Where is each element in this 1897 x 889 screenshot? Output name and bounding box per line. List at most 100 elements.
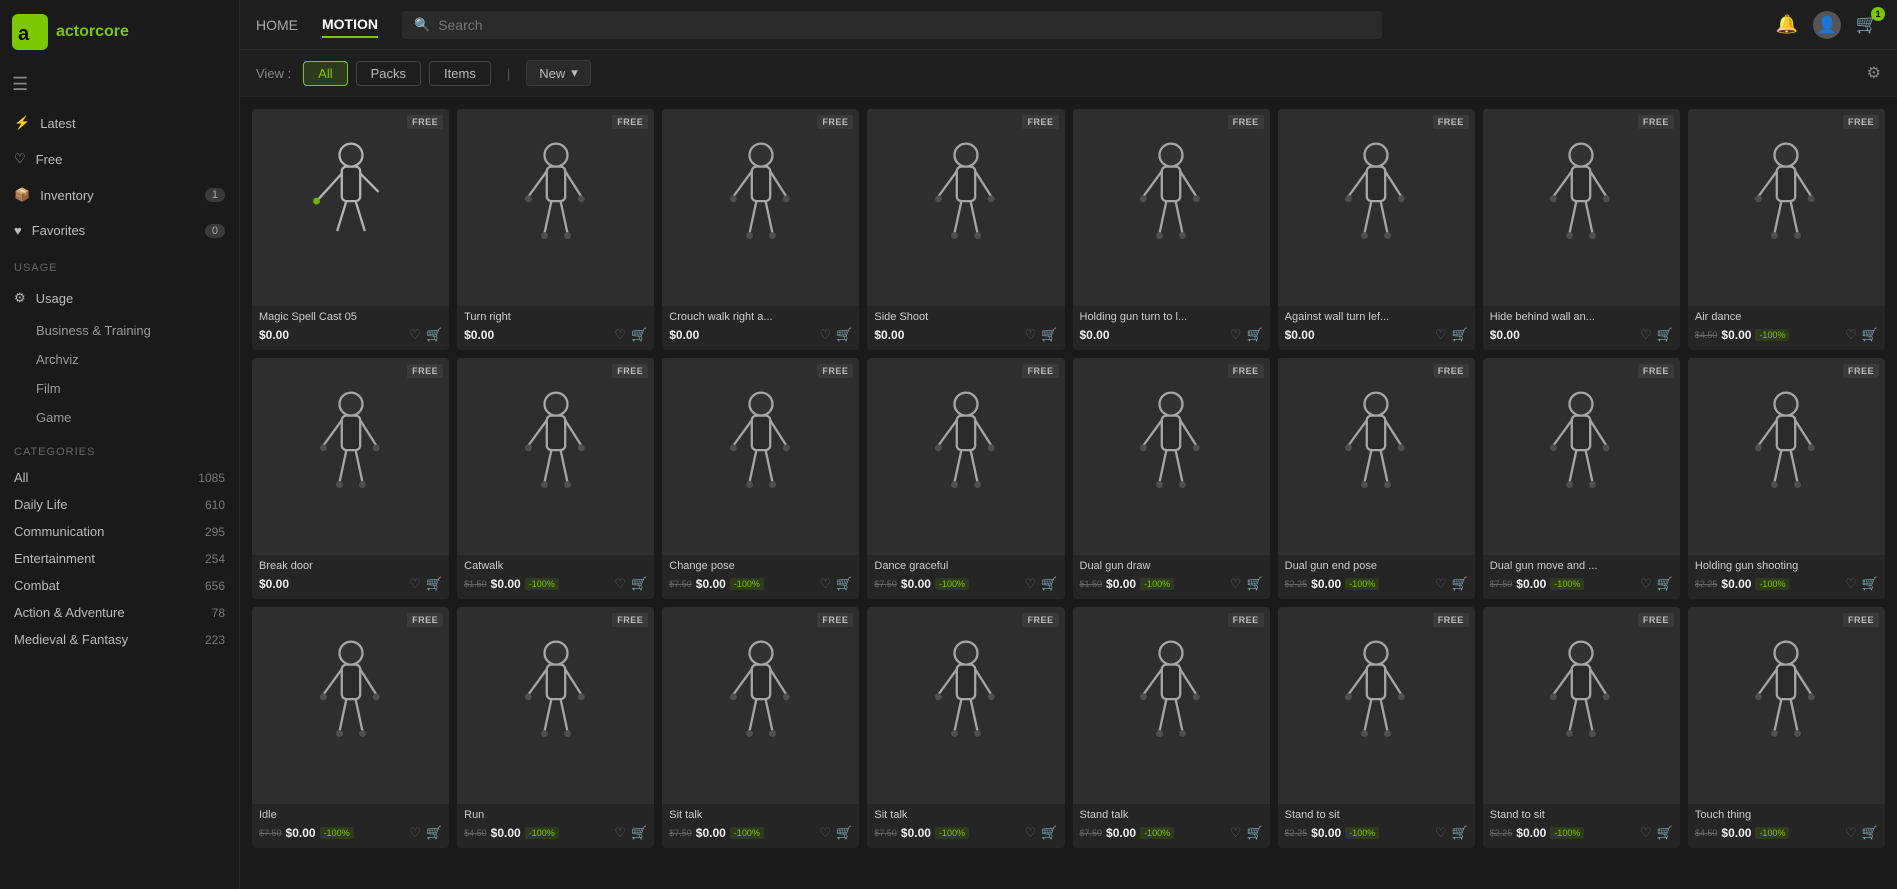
like-icon[interactable]: ♡ [1025, 576, 1037, 592]
like-icon[interactable]: ♡ [614, 576, 626, 592]
card-item[interactable]: FREE Break door $0.00 ♡ 🛒 [252, 358, 449, 599]
card-item[interactable]: FREE Side Shoot $0.00 ♡ 🛒 [867, 109, 1064, 350]
card-item[interactable]: FREE Dual gun draw $1.50$0.00-100% ♡ 🛒 [1073, 358, 1270, 599]
card-item[interactable]: FREE Dual gun move and ... $7.50$0.00-10… [1483, 358, 1680, 599]
filter-items-button[interactable]: Items [429, 61, 491, 86]
card-item[interactable]: FREE Dual gun end pose $2.25$0.00-100% ♡… [1278, 358, 1475, 599]
like-icon[interactable]: ♡ [1230, 825, 1242, 841]
card-item[interactable]: FREE Magic Spell Cast 05 $0.00 ♡ 🛒 [252, 109, 449, 350]
cart-add-icon[interactable]: 🛒 [1246, 825, 1262, 841]
like-icon[interactable]: ♡ [409, 825, 421, 841]
cart-add-icon[interactable]: 🛒 [1657, 576, 1673, 592]
card-item[interactable]: FREE Against wall turn lef... $0.00 ♡ 🛒 [1278, 109, 1475, 350]
sidebar-usage-parent[interactable]: ⚙ Usage [0, 280, 239, 316]
like-icon[interactable]: ♡ [820, 327, 832, 343]
cart-add-icon[interactable]: 🛒 [426, 576, 442, 592]
cart-add-icon[interactable]: 🛒 [1862, 576, 1878, 592]
notification-icon[interactable]: 🔔 [1773, 11, 1801, 39]
like-icon[interactable]: ♡ [409, 576, 421, 592]
sidebar-category-item[interactable]: Communication295 [0, 518, 239, 545]
cart-add-icon[interactable]: 🛒 [836, 825, 852, 841]
like-icon[interactable]: ♡ [1230, 327, 1242, 343]
avatar[interactable]: 👤 [1813, 11, 1841, 39]
cart-add-icon[interactable]: 🛒 [631, 576, 647, 592]
sidebar-item-film[interactable]: Film [0, 374, 239, 403]
like-icon[interactable]: ♡ [1845, 327, 1857, 343]
cart-add-icon[interactable]: 🛒 [1862, 825, 1878, 841]
nav-home[interactable]: HOME [256, 13, 298, 37]
sidebar-item-latest[interactable]: ⚡ Latest [0, 105, 239, 141]
sidebar-item-game[interactable]: Game [0, 403, 239, 432]
sidebar-item-inventory[interactable]: 📦 Inventory 1 [0, 177, 239, 213]
search-input[interactable] [438, 17, 1370, 33]
sidebar-item-free[interactable]: ♡ Free [0, 141, 239, 177]
like-icon[interactable]: ♡ [1845, 825, 1857, 841]
new-dropdown[interactable]: New ▾ [526, 60, 591, 86]
like-icon[interactable]: ♡ [1025, 825, 1037, 841]
logo[interactable]: a actorcore [0, 0, 239, 64]
card-item[interactable]: FREE Hide behind wall an... $0.00 ♡ 🛒 [1483, 109, 1680, 350]
like-icon[interactable]: ♡ [1230, 576, 1242, 592]
card-item[interactable]: FREE Stand to sit $2.25$0.00-100% ♡ 🛒 [1483, 607, 1680, 848]
card-item[interactable]: FREE Catwalk $1.50$0.00-100% ♡ 🛒 [457, 358, 654, 599]
cart-add-icon[interactable]: 🛒 [836, 327, 852, 343]
card-item[interactable]: FREE Stand talk $7.50$0.00-100% ♡ 🛒 [1073, 607, 1270, 848]
like-icon[interactable]: ♡ [1435, 825, 1447, 841]
sidebar-item-business[interactable]: Business & Training [0, 316, 239, 345]
like-icon[interactable]: ♡ [1640, 327, 1652, 343]
card-item[interactable]: FREE Sit talk $7.50$0.00-100% ♡ 🛒 [867, 607, 1064, 848]
sidebar-category-item[interactable]: All1085 [0, 464, 239, 491]
like-icon[interactable]: ♡ [1640, 576, 1652, 592]
cart-add-icon[interactable]: 🛒 [1246, 327, 1262, 343]
cart-add-icon[interactable]: 🛒 [426, 327, 442, 343]
card-item[interactable]: FREE Air dance $4.50$0.00-100% ♡ 🛒 [1688, 109, 1885, 350]
sidebar-category-item[interactable]: Entertainment254 [0, 545, 239, 572]
cart-add-icon[interactable]: 🛒 [1452, 825, 1468, 841]
like-icon[interactable]: ♡ [1640, 825, 1652, 841]
like-icon[interactable]: ♡ [1435, 327, 1447, 343]
sidebar-item-archviz[interactable]: Archviz [0, 345, 239, 374]
cart-add-icon[interactable]: 🛒 [631, 825, 647, 841]
like-icon[interactable]: ♡ [1845, 576, 1857, 592]
cart-add-icon[interactable]: 🛒 [1041, 327, 1057, 343]
cart-icon[interactable]: 🛒 1 [1853, 11, 1881, 39]
sidebar-item-favorites[interactable]: ♥ Favorites 0 [0, 213, 239, 248]
card-item[interactable]: FREE Dance graceful $7.50$0.00-100% ♡ 🛒 [867, 358, 1064, 599]
grid-settings-icon[interactable]: ⚙ [1867, 63, 1881, 83]
cart-add-icon[interactable]: 🛒 [1246, 576, 1262, 592]
filter-packs-button[interactable]: Packs [356, 61, 421, 86]
card-item[interactable]: FREE Idle $7.50$0.00-100% ♡ 🛒 [252, 607, 449, 848]
sidebar-category-item[interactable]: Action & Adventure78 [0, 599, 239, 626]
card-item[interactable]: FREE Crouch walk right a... $0.00 ♡ 🛒 [662, 109, 859, 350]
cart-add-icon[interactable]: 🛒 [426, 825, 442, 841]
hamburger-icon[interactable]: ☰ [0, 64, 239, 105]
sidebar-category-item[interactable]: Combat656 [0, 572, 239, 599]
like-icon[interactable]: ♡ [820, 576, 832, 592]
card-item[interactable]: FREE Holding gun turn to l... $0.00 ♡ 🛒 [1073, 109, 1270, 350]
card-item[interactable]: FREE Change pose $7.50$0.00-100% ♡ 🛒 [662, 358, 859, 599]
sidebar-category-item[interactable]: Medieval & Fantasy223 [0, 626, 239, 653]
card-item[interactable]: FREE Turn right $0.00 ♡ 🛒 [457, 109, 654, 350]
card-item[interactable]: FREE Sit talk $7.50$0.00-100% ♡ 🛒 [662, 607, 859, 848]
cart-add-icon[interactable]: 🛒 [1657, 327, 1673, 343]
cart-add-icon[interactable]: 🛒 [1041, 825, 1057, 841]
card-item[interactable]: FREE Run $4.50$0.00-100% ♡ 🛒 [457, 607, 654, 848]
cart-add-icon[interactable]: 🛒 [1452, 576, 1468, 592]
card-item[interactable]: FREE Stand to sit $2.25$0.00-100% ♡ 🛒 [1278, 607, 1475, 848]
like-icon[interactable]: ♡ [820, 825, 832, 841]
like-icon[interactable]: ♡ [614, 327, 626, 343]
cart-add-icon[interactable]: 🛒 [1041, 576, 1057, 592]
nav-motion[interactable]: MOTION [322, 12, 378, 38]
like-icon[interactable]: ♡ [1025, 327, 1037, 343]
cart-add-icon[interactable]: 🛒 [1657, 825, 1673, 841]
card-item[interactable]: FREE Holding gun shooting $2.25$0.00-100… [1688, 358, 1885, 599]
cart-add-icon[interactable]: 🛒 [1452, 327, 1468, 343]
sidebar-category-item[interactable]: Daily Life610 [0, 491, 239, 518]
filter-all-button[interactable]: All [303, 61, 347, 86]
cart-add-icon[interactable]: 🛒 [631, 327, 647, 343]
like-icon[interactable]: ♡ [614, 825, 626, 841]
like-icon[interactable]: ♡ [409, 327, 421, 343]
like-icon[interactable]: ♡ [1435, 576, 1447, 592]
cart-add-icon[interactable]: 🛒 [836, 576, 852, 592]
cart-add-icon[interactable]: 🛒 [1862, 327, 1878, 343]
